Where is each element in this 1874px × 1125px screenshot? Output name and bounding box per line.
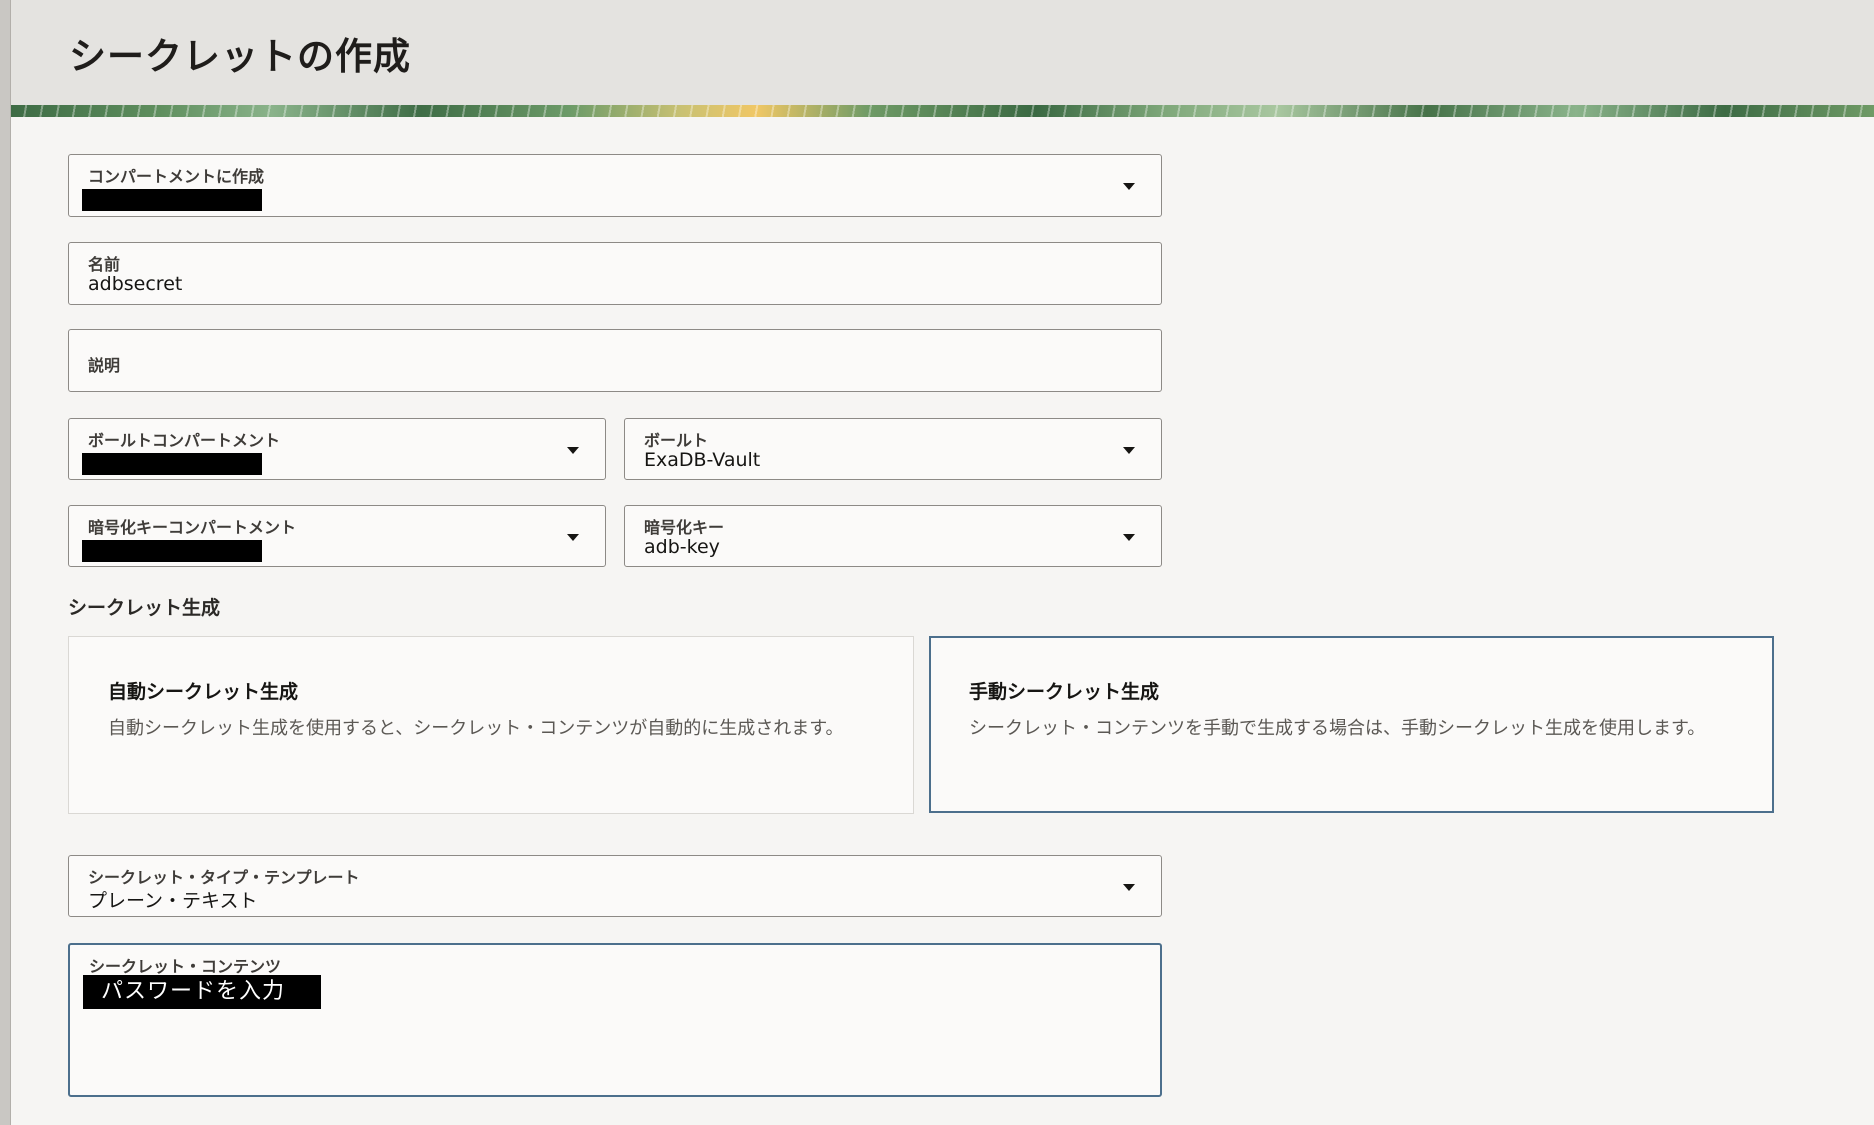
chevron-down-icon: [1123, 183, 1135, 190]
key-value: adb-key: [644, 536, 720, 558]
description-input[interactable]: 説明: [68, 329, 1162, 392]
chevron-down-icon: [1123, 884, 1135, 891]
key-label: 暗号化キー: [644, 518, 725, 537]
secret-contents-label: シークレット・コンテンツ: [89, 957, 282, 976]
compartment-select[interactable]: コンパートメントに作成: [68, 154, 1162, 217]
header-banner: [11, 105, 1874, 117]
chevron-down-icon: [567, 447, 579, 454]
manual-generation-description: シークレット・コンテンツを手動で生成する場合は、手動シークレット生成を使用します…: [969, 718, 1706, 739]
chevron-down-icon: [567, 534, 579, 541]
auto-generation-description: 自動シークレット生成を使用すると、シークレット・コンテンツが自動的に生成されます…: [108, 718, 844, 739]
key-compartment-value-redacted: [82, 540, 262, 562]
description-label: 説明: [88, 356, 121, 375]
page-header: シークレットの作成: [11, 0, 1874, 105]
name-value: adbsecret: [88, 273, 183, 295]
vault-compartment-select[interactable]: ボールトコンパートメント: [68, 418, 606, 480]
vault-compartment-value-redacted: [82, 453, 262, 475]
vault-select[interactable]: ボールト ExaDB-Vault: [624, 418, 1162, 480]
left-panel-edge: [0, 0, 11, 1125]
vault-label: ボールト: [644, 431, 709, 450]
name-input[interactable]: 名前 adbsecret: [68, 242, 1162, 305]
auto-generation-card[interactable]: 自動シークレット生成 自動シークレット生成を使用すると、シークレット・コンテンツ…: [68, 636, 914, 814]
vault-compartment-label: ボールトコンパートメント: [88, 431, 281, 450]
key-select[interactable]: 暗号化キー adb-key: [624, 505, 1162, 567]
secret-type-template-select[interactable]: シークレット・タイプ・テンプレート プレーン・テキスト: [68, 855, 1162, 917]
key-compartment-select[interactable]: 暗号化キーコンパートメント: [68, 505, 606, 567]
compartment-value-redacted: [82, 189, 262, 211]
compartment-label: コンパートメントに作成: [88, 167, 265, 186]
secret-contents-value: パスワードを入力: [83, 975, 321, 1009]
chevron-down-icon: [1123, 447, 1135, 454]
secret-type-template-label: シークレット・タイプ・テンプレート: [88, 868, 360, 887]
name-label: 名前: [88, 255, 121, 274]
secret-generation-heading: シークレット生成: [68, 597, 221, 619]
secret-contents-textarea[interactable]: シークレット・コンテンツ パスワードを入力: [68, 943, 1162, 1097]
secret-type-template-value: プレーン・テキスト: [88, 890, 258, 912]
chevron-down-icon: [1123, 534, 1135, 541]
manual-generation-title: 手動シークレット生成: [969, 681, 1160, 703]
manual-generation-card[interactable]: 手動シークレット生成 シークレット・コンテンツを手動で生成する場合は、手動シーク…: [929, 636, 1774, 813]
key-compartment-label: 暗号化キーコンパートメント: [88, 518, 297, 537]
vault-value: ExaDB-Vault: [644, 449, 761, 471]
page-title: シークレットの作成: [69, 35, 411, 78]
auto-generation-title: 自動シークレット生成: [108, 681, 299, 703]
